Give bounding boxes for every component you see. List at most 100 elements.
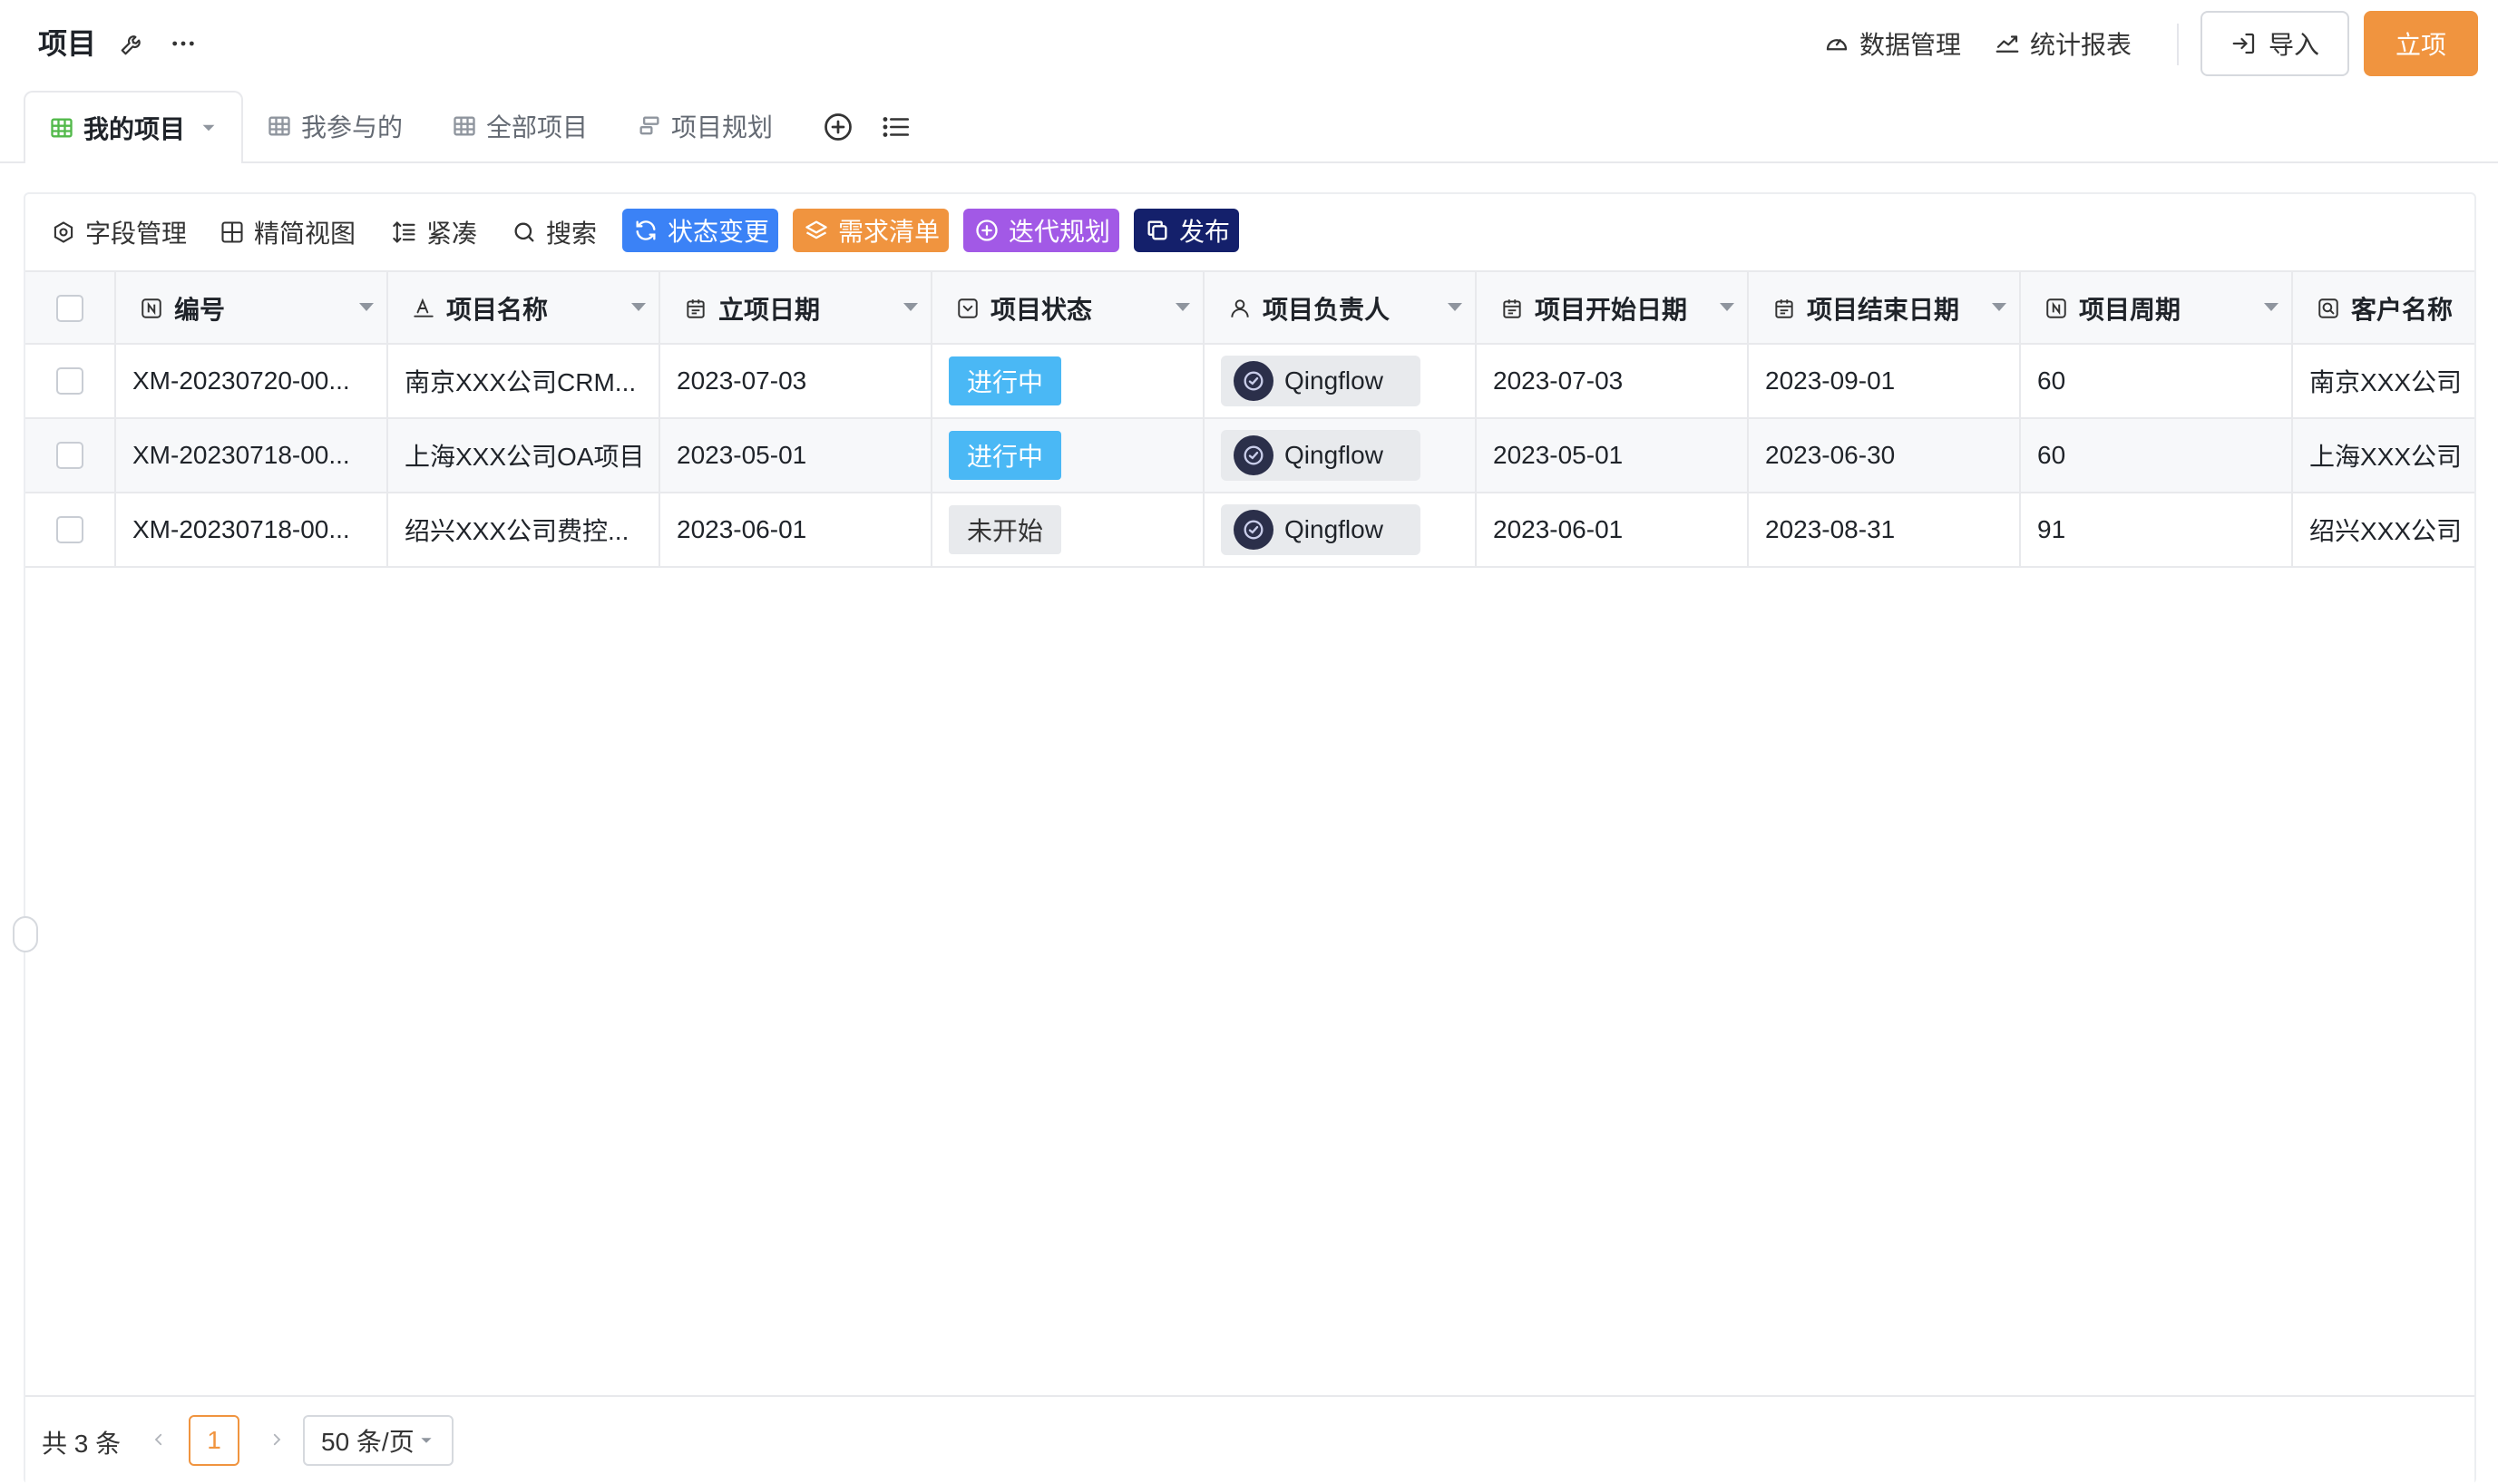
top-header: 项目 数据管理 统计报表 导入 立项 <box>0 0 2498 91</box>
cell-approval-date[interactable]: 2023-07-03 <box>660 345 932 417</box>
release-button[interactable]: 发布 <box>1134 209 1239 252</box>
user-chip: Qingflow <box>1221 356 1420 406</box>
cell-name[interactable]: 绍兴XXX公司费控... <box>388 493 660 566</box>
cell-status[interactable]: 进行中 <box>932 419 1205 492</box>
grid-table-icon <box>267 113 292 139</box>
iteration-plan-label: 迭代规划 <box>1009 218 1111 246</box>
status-change-button[interactable]: 状态变更 <box>622 209 778 252</box>
search-label: 搜索 <box>546 220 598 248</box>
cell-status[interactable]: 未开始 <box>932 493 1205 566</box>
cell-end-date[interactable]: 2023-08-31 <box>1749 493 2021 566</box>
tab-all-projects[interactable]: 全部项目 <box>452 91 588 161</box>
column-menu-caret-icon[interactable] <box>2264 303 2278 311</box>
tab-participated[interactable]: 我参与的 <box>267 91 403 161</box>
column-menu-caret-icon[interactable] <box>903 303 918 311</box>
column-header-cycle[interactable]: 项目周期 <box>2021 272 2293 345</box>
page-size-select[interactable]: 50 条/页 <box>303 1415 454 1466</box>
cell-id[interactable]: XM-20230718-00... <box>116 493 388 566</box>
tab-my-projects[interactable]: 我的项目 <box>24 91 243 163</box>
column-header-customer[interactable]: 客户名称 <box>2293 272 2474 345</box>
cell-status[interactable]: 进行中 <box>932 345 1205 417</box>
column-menu-caret-icon[interactable] <box>631 303 646 311</box>
cell-cycle[interactable]: 91 <box>2021 493 2293 566</box>
column-label: 项目结束日期 <box>1807 296 1960 324</box>
page-title: 项目 <box>38 27 97 60</box>
column-header-end-date[interactable]: 项目结束日期 <box>1749 272 2021 345</box>
column-menu-caret-icon[interactable] <box>1176 303 1190 311</box>
grid-table-icon <box>49 115 74 141</box>
compact-button[interactable]: 紧凑 <box>392 210 477 254</box>
cell-customer[interactable]: 绍兴XXX公司 <box>2293 493 2474 566</box>
cell-start-date[interactable]: 2023-07-03 <box>1477 345 1749 417</box>
column-label: 编号 <box>174 296 226 324</box>
cell-cycle[interactable]: 60 <box>2021 419 2293 492</box>
layout-icon <box>220 220 245 245</box>
cell-start-date[interactable]: 2023-06-01 <box>1477 493 1749 566</box>
data-management-label: 数据管理 <box>1859 31 1962 59</box>
page-number-current[interactable]: 1 <box>189 1415 239 1466</box>
column-header-start-date[interactable]: 项目开始日期 <box>1477 272 1749 345</box>
prev-page-icon[interactable] <box>145 1426 172 1453</box>
cell-owner[interactable]: Qingflow <box>1205 419 1477 492</box>
column-header-approval-date[interactable]: 立项日期 <box>660 272 932 345</box>
table-row[interactable]: XM-20230718-00... 绍兴XXX公司费控... 2023-06-0… <box>25 493 2474 568</box>
calendar-icon <box>1500 297 1524 320</box>
column-menu-caret-icon[interactable] <box>359 303 374 311</box>
cell-approval-date[interactable]: 2023-06-01 <box>660 493 932 566</box>
requirement-list-button[interactable]: 需求清单 <box>793 209 949 252</box>
row-checkbox[interactable] <box>56 516 83 543</box>
cell-name[interactable]: 上海XXX公司OA项目 <box>388 419 660 492</box>
number-field-icon <box>140 297 163 320</box>
column-header-owner[interactable]: 项目负责人 <box>1205 272 1477 345</box>
column-header-name[interactable]: 项目名称 <box>388 272 660 345</box>
field-manage-button[interactable]: 字段管理 <box>51 210 187 254</box>
cell-start-date[interactable]: 2023-05-01 <box>1477 419 1749 492</box>
status-badge: 未开始 <box>949 505 1062 554</box>
import-label: 导入 <box>2268 31 2319 59</box>
field-manage-label: 字段管理 <box>85 220 188 248</box>
tab-label: 项目规划 <box>671 113 774 142</box>
column-menu-caret-icon[interactable] <box>1448 303 1462 311</box>
column-header-id[interactable]: 编号 <box>116 272 388 345</box>
cell-owner[interactable]: Qingflow <box>1205 345 1477 417</box>
cell-id[interactable]: XM-20230718-00... <box>116 419 388 492</box>
tab-project-planning[interactable]: 项目规划 <box>637 91 773 161</box>
iteration-plan-button[interactable]: 迭代规划 <box>963 209 1119 252</box>
create-project-button[interactable]: 立项 <box>2364 11 2478 76</box>
cell-name[interactable]: 南京XXX公司CRM... <box>388 345 660 417</box>
data-management-link[interactable]: 数据管理 <box>1823 25 1961 62</box>
cell-end-date[interactable]: 2023-06-30 <box>1749 419 2021 492</box>
select-all-checkbox[interactable] <box>56 295 83 322</box>
lookup-field-icon <box>2317 297 2340 320</box>
wrench-icon[interactable] <box>116 27 149 60</box>
stats-report-label: 统计报表 <box>2030 31 2132 59</box>
view-list-icon[interactable] <box>878 109 914 145</box>
cell-customer[interactable]: 上海XXX公司 <box>2293 419 2474 492</box>
cell-customer[interactable]: 南京XXX公司 <box>2293 345 2474 417</box>
table-row[interactable]: XM-20230720-00... 南京XXX公司CRM... 2023-07-… <box>25 345 2474 419</box>
next-page-icon[interactable] <box>263 1426 290 1453</box>
header-divider <box>2177 24 2179 65</box>
add-view-icon[interactable] <box>820 109 856 145</box>
column-menu-caret-icon[interactable] <box>1720 303 1734 311</box>
cell-end-date[interactable]: 2023-09-01 <box>1749 345 2021 417</box>
import-button[interactable]: 导入 <box>2200 11 2349 76</box>
cell-cycle[interactable]: 60 <box>2021 345 2293 417</box>
status-change-label: 状态变更 <box>668 218 770 246</box>
simple-view-button[interactable]: 精简视图 <box>220 210 356 254</box>
row-checkbox[interactable] <box>56 442 83 469</box>
column-menu-caret-icon[interactable] <box>1992 303 2006 311</box>
settings-icon <box>51 220 76 245</box>
chevron-down-icon[interactable] <box>201 121 216 135</box>
column-label: 项目名称 <box>446 296 549 324</box>
more-icon[interactable] <box>167 27 200 60</box>
stats-report-link[interactable]: 统计报表 <box>1994 25 2132 62</box>
cell-id[interactable]: XM-20230720-00... <box>116 345 388 417</box>
search-button[interactable]: 搜索 <box>512 210 597 254</box>
row-checkbox[interactable] <box>56 367 83 395</box>
cell-approval-date[interactable]: 2023-05-01 <box>660 419 932 492</box>
cell-owner[interactable]: Qingflow <box>1205 493 1477 566</box>
simple-view-label: 精简视图 <box>254 220 356 248</box>
column-header-status[interactable]: 项目状态 <box>932 272 1205 345</box>
table-row[interactable]: XM-20230718-00... 上海XXX公司OA项目 2023-05-01… <box>25 419 2474 493</box>
